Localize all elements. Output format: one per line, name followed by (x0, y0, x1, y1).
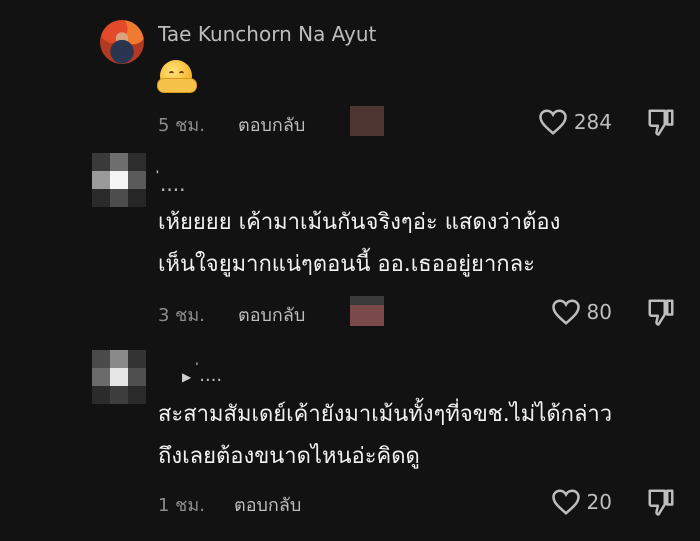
comment-author[interactable]: Tae Kunchorn Na Ayut (158, 22, 376, 46)
avatar[interactable] (100, 20, 144, 64)
comment-text-line: ถึงเลยต้องขนาดไหนอ่ะคิดดู (158, 444, 420, 469)
heart-icon (551, 489, 580, 515)
comment-text-line: สะสามสัมเดย์เค้ายังมาเม้นทั้งๆที่จขช.ไม่… (158, 402, 613, 427)
reply-arrow-icon: ▶ (182, 370, 192, 384)
like-count: 80 (586, 300, 612, 324)
comment-text-line: เห็นใจยูมากแน่ๆตอนนี้ ออ.เธออยู่ยากละ (158, 252, 535, 277)
reply-indicator[interactable]: ▶่.... (182, 360, 222, 389)
avatar[interactable] (92, 350, 146, 404)
comment-time: 3 ชม. (158, 305, 205, 326)
like-button[interactable]: 20 (551, 488, 612, 516)
reply-button[interactable]: ตอบกลับ (234, 490, 301, 519)
hugging-face-emoji-icon (157, 60, 197, 93)
reply-button[interactable]: ตอบกลับ (238, 300, 305, 329)
comment-time: 5 ชม. (158, 115, 205, 136)
like-count: 20 (586, 490, 612, 514)
reply-button[interactable]: ตอบกลับ (238, 110, 305, 139)
sticker-thumbnail[interactable] (350, 296, 384, 326)
comment-text-line: เห้ยยยย เค้ามาเม้นกันจริงๆอ่ะ แสดงว่าต้อ… (158, 210, 561, 235)
comment-text: เห้ยยยย เค้ามาเม้นกันจริงๆอ่ะ แสดงว่าต้อ… (158, 202, 560, 286)
like-button[interactable]: 284 (538, 108, 612, 136)
like-count: 284 (573, 110, 612, 134)
comment-author: ่.... (199, 365, 223, 386)
sticker-thumbnail[interactable] (350, 106, 384, 136)
dislike-icon[interactable] (646, 487, 676, 517)
comment-text: สะสามสัมเดย์เค้ายังมาเม้นทั้งๆที่จขช.ไม่… (158, 394, 612, 478)
heart-icon (551, 299, 580, 325)
avatar[interactable] (92, 153, 146, 207)
comment-author[interactable]: ่.... (160, 168, 185, 200)
heart-icon (539, 109, 567, 135)
like-button[interactable]: 80 (551, 298, 612, 326)
comment-time: 1 ชม. (158, 495, 205, 516)
dislike-icon[interactable] (646, 107, 676, 137)
dislike-icon[interactable] (646, 297, 676, 327)
